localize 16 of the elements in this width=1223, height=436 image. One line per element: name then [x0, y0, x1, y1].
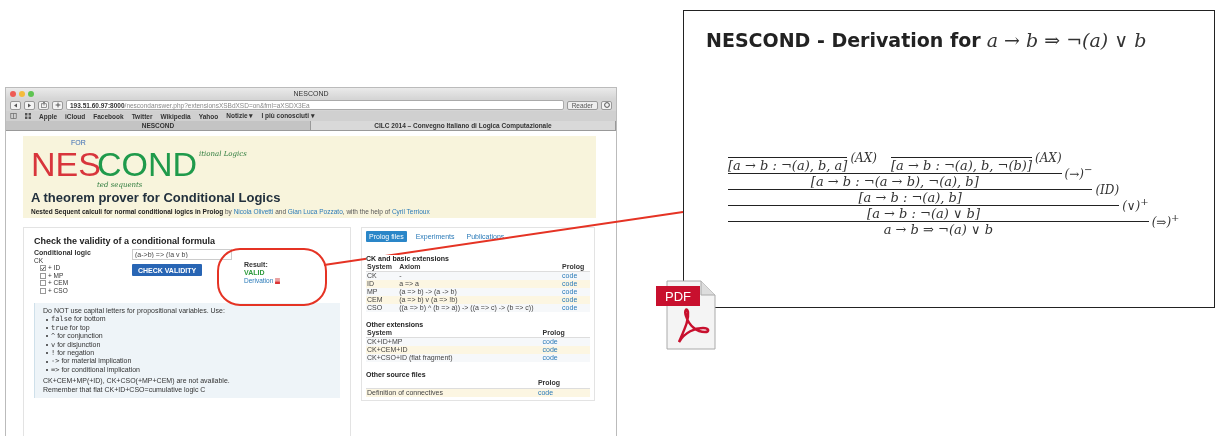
sequent-formula: [a → b : ¬(a), b, a]	[728, 158, 848, 173]
page-title: A theorem prover for Conditional Logics	[31, 190, 282, 205]
sequent-formula: [a → b : ¬(a), b, ¬(b)]	[891, 158, 1032, 173]
sequent-formula: [a → b : ¬(a) ∨ b]	[867, 206, 980, 221]
sequent-formula: a → b ⇒ ¬(a) ∨ b	[883, 222, 993, 237]
rule-label: (∨)$^{+}$	[1122, 196, 1149, 213]
rule-label: (AX)	[850, 151, 877, 165]
rule-label: (AX)	[1035, 151, 1062, 165]
derivation-title: NESCOND - Derivation for	[706, 29, 981, 51]
rule-label: (→)$^{−}$	[1064, 164, 1093, 181]
sequent-formula: [a → b : ¬(a → b), ¬(a), b]	[810, 174, 979, 189]
panel-heading: Check the validity of a conditional formula	[34, 236, 217, 246]
sequent-formula: [a → b : ¬(a), b]	[858, 190, 962, 205]
derivation-formula: a → b ⇒ ¬(a) ∨ b	[986, 29, 1147, 51]
rule-label: (ID)	[1095, 183, 1120, 197]
rule-label: (⇒)$^{+}$	[1151, 212, 1180, 229]
